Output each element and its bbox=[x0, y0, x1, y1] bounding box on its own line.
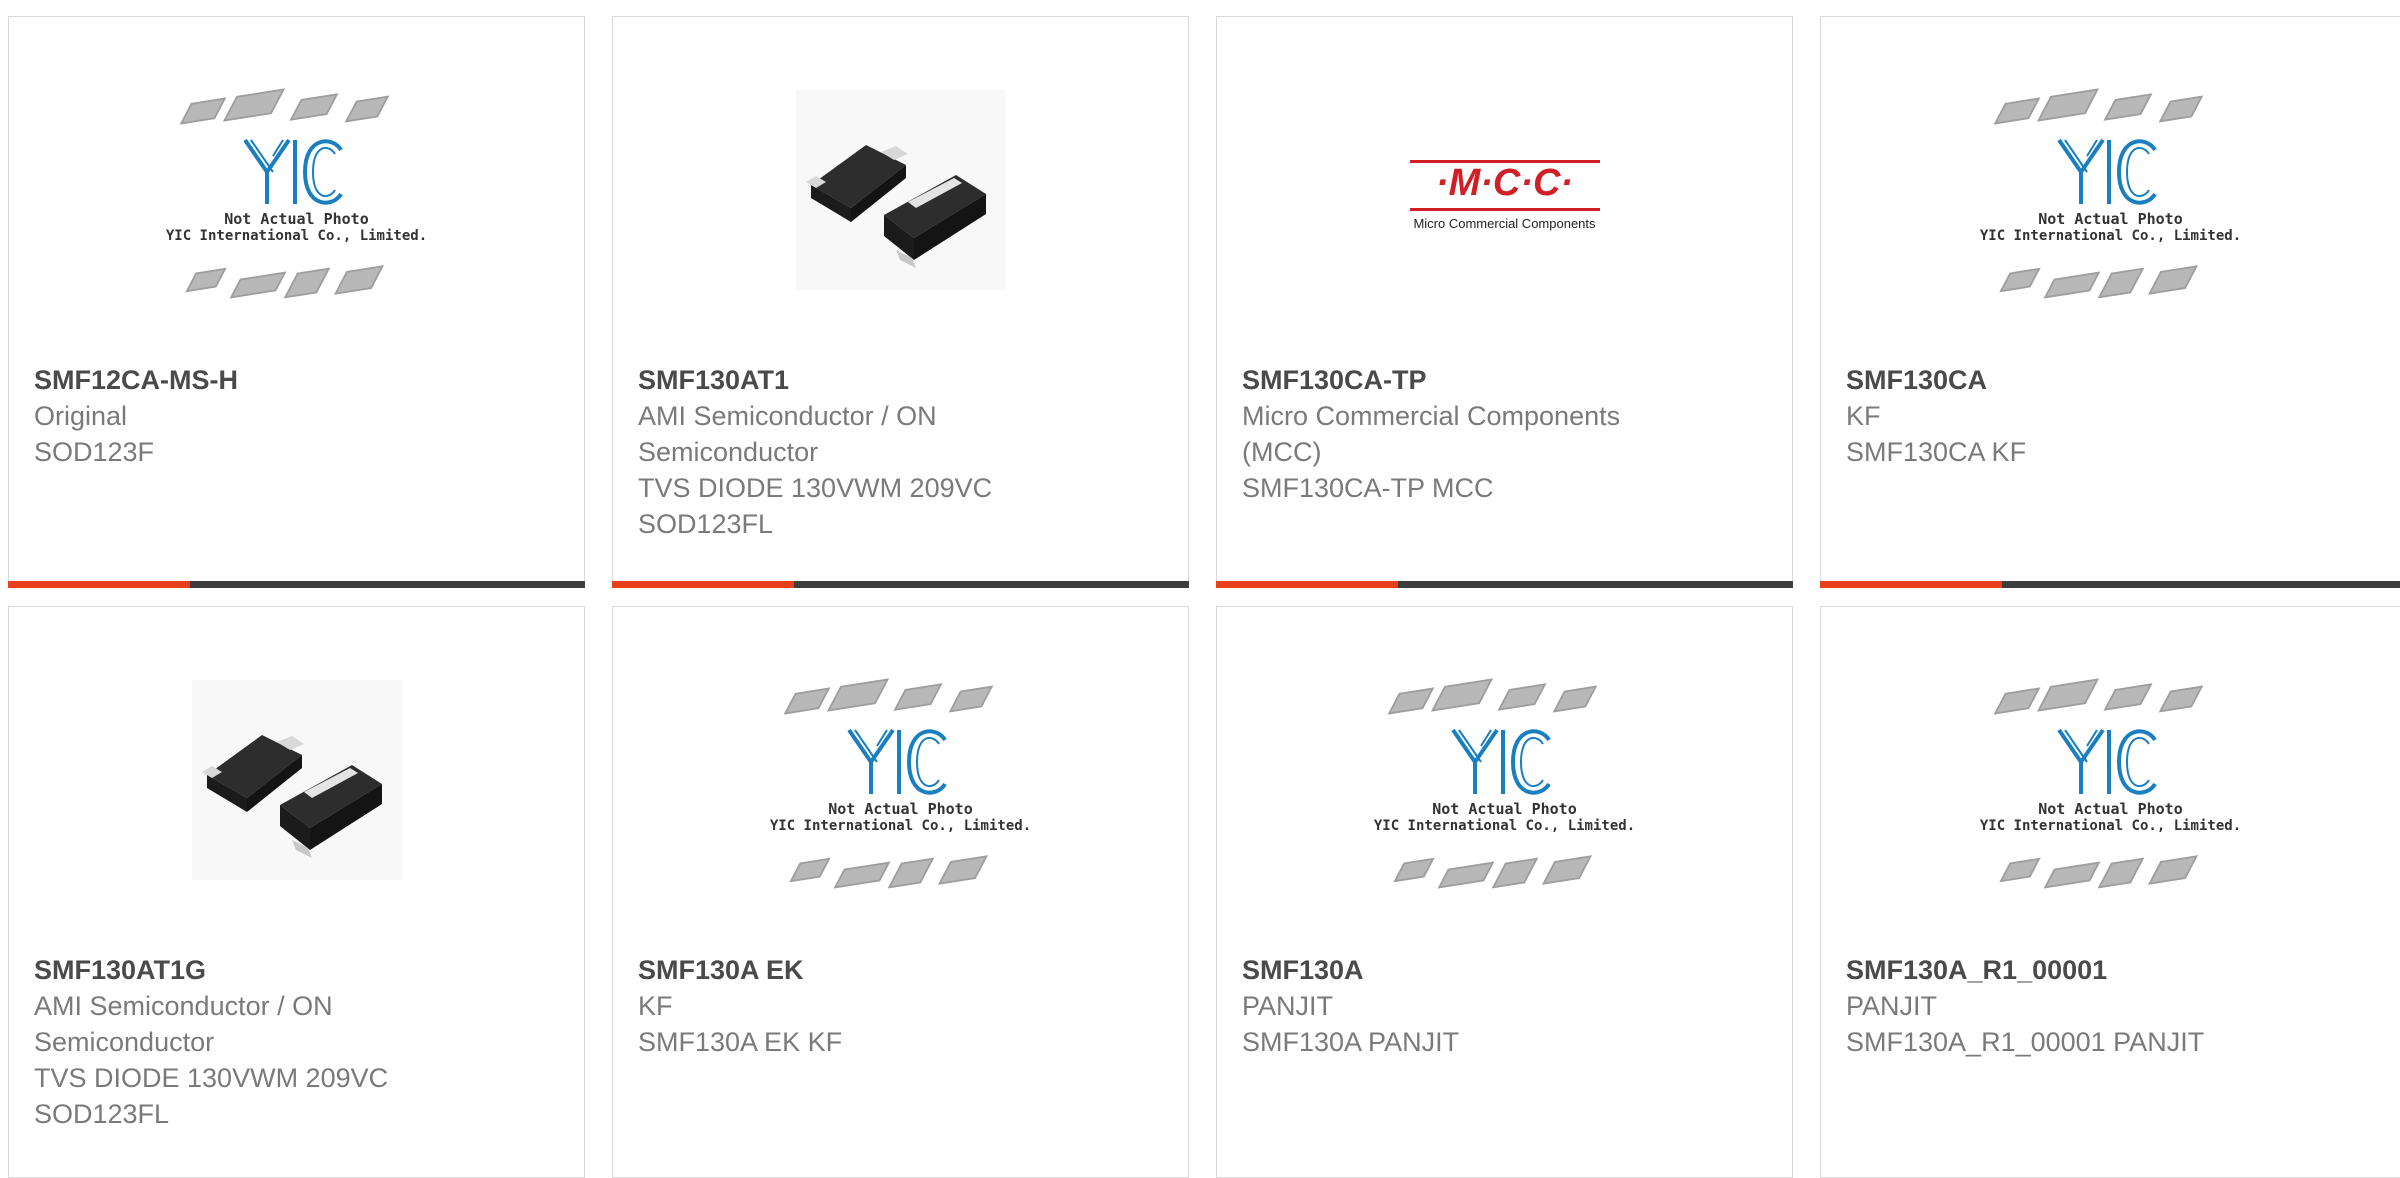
product-brand: AMI Semiconductor / ON Semiconductor bbox=[34, 991, 333, 1057]
product-image[interactable]: Not Actual Photo YIC International Co., … bbox=[1821, 17, 2400, 362]
product-card[interactable]: ·M·C·C· Micro Commercial Components SMF1… bbox=[1216, 16, 1793, 588]
placeholder-caption: Not Actual Photo bbox=[2038, 799, 2183, 818]
placeholder-company: YIC International Co., Limited. bbox=[1979, 817, 2242, 834]
product-card[interactable]: Not Actual Photo YIC International Co., … bbox=[1820, 606, 2400, 1178]
product-image[interactable]: Not Actual Photo YIC International Co., … bbox=[613, 607, 1188, 952]
product-brand: PANJIT bbox=[1846, 991, 1938, 1021]
card-bottom-bar bbox=[1820, 581, 2400, 588]
yic-logo-icon bbox=[1450, 728, 1551, 795]
product-brand: Original bbox=[34, 401, 128, 431]
yic-logo-icon bbox=[242, 138, 343, 205]
product-description: TVS DIODE 130VWM 209VC SOD123FL bbox=[638, 473, 993, 539]
product-brand: PANJIT bbox=[1242, 991, 1334, 1021]
yic-placeholder-image: Not Actual Photo YIC International Co., … bbox=[1971, 70, 2251, 310]
product-part-number[interactable]: SMF130CA-TP bbox=[1242, 362, 1772, 398]
product-image[interactable]: ·M·C·C· Micro Commercial Components bbox=[1217, 17, 1792, 362]
product-description: SMF130CA-TP MCC bbox=[1242, 473, 1494, 503]
placeholder-caption: Not Actual Photo bbox=[828, 799, 973, 818]
product-description: SMF130A PANJIT bbox=[1242, 1027, 1460, 1057]
product-brand: Micro Commercial Components (MCC) bbox=[1242, 401, 1621, 467]
product-part-number[interactable]: SMF130CA bbox=[1846, 362, 2380, 398]
yic-logo-icon bbox=[2056, 138, 2157, 205]
placeholder-caption: Not Actual Photo bbox=[1432, 799, 1577, 818]
product-card[interactable]: Not Actual Photo YIC International Co., … bbox=[8, 16, 585, 588]
yic-placeholder-image: Not Actual Photo YIC International Co., … bbox=[1365, 660, 1645, 900]
product-grid: Not Actual Photo YIC International Co., … bbox=[0, 0, 2400, 1178]
product-part-number[interactable]: SMF130A_R1_00001 bbox=[1846, 952, 2380, 988]
placeholder-company: YIC International Co., Limited. bbox=[165, 227, 428, 244]
product-card[interactable]: Not Actual Photo YIC International Co., … bbox=[1820, 16, 2400, 588]
card-bottom-bar bbox=[612, 581, 1189, 588]
placeholder-company: YIC International Co., Limited. bbox=[769, 817, 1032, 834]
product-image[interactable] bbox=[9, 607, 584, 952]
product-part-number[interactable]: SMF130A bbox=[1242, 952, 1772, 988]
card-bottom-bar bbox=[1216, 581, 1793, 588]
mcc-logo-image: ·M·C·C· Micro Commercial Components bbox=[1405, 140, 1605, 240]
product-card[interactable]: SMF130AT1G AMI Semiconductor / ON Semico… bbox=[8, 606, 585, 1178]
placeholder-company: YIC International Co., Limited. bbox=[1373, 817, 1636, 834]
sod123-package-image bbox=[191, 679, 402, 880]
product-part-number[interactable]: SMF12CA-MS-H bbox=[34, 362, 564, 398]
product-description: SMF130A_R1_00001 PANJIT bbox=[1846, 1027, 2205, 1057]
product-description: SOD123F bbox=[34, 437, 155, 467]
product-card[interactable]: Not Actual Photo YIC International Co., … bbox=[612, 606, 1189, 1178]
card-bottom-bar bbox=[8, 581, 585, 588]
product-description: SMF130A EK KF bbox=[638, 1027, 843, 1057]
placeholder-company: YIC International Co., Limited. bbox=[1979, 227, 2242, 244]
yic-logo-icon bbox=[2056, 728, 2157, 795]
product-image[interactable]: Not Actual Photo YIC International Co., … bbox=[1217, 607, 1792, 952]
placeholder-caption: Not Actual Photo bbox=[224, 209, 369, 228]
product-description: SMF130CA KF bbox=[1846, 437, 2027, 467]
yic-placeholder-image: Not Actual Photo YIC International Co., … bbox=[1971, 660, 2251, 900]
product-card[interactable]: SMF130AT1 AMI Semiconductor / ON Semicon… bbox=[612, 16, 1189, 588]
product-brand: KF bbox=[638, 991, 673, 1021]
placeholder-caption: Not Actual Photo bbox=[2038, 209, 2183, 228]
product-image[interactable] bbox=[613, 17, 1188, 362]
yic-placeholder-image: Not Actual Photo YIC International Co., … bbox=[761, 660, 1041, 900]
sod123-package-image bbox=[795, 89, 1006, 290]
product-image[interactable]: Not Actual Photo YIC International Co., … bbox=[1821, 607, 2400, 952]
product-part-number[interactable]: SMF130A EK bbox=[638, 952, 1168, 988]
mcc-tagline: Micro Commercial Components bbox=[1413, 215, 1596, 231]
product-brand: KF bbox=[1846, 401, 1881, 431]
product-description: TVS DIODE 130VWM 209VC SOD123FL bbox=[34, 1063, 389, 1129]
product-part-number[interactable]: SMF130AT1 bbox=[638, 362, 1168, 398]
product-card[interactable]: Not Actual Photo YIC International Co., … bbox=[1216, 606, 1793, 1178]
product-brand: AMI Semiconductor / ON Semiconductor bbox=[638, 401, 937, 467]
yic-placeholder-image: Not Actual Photo YIC International Co., … bbox=[157, 70, 437, 310]
product-part-number[interactable]: SMF130AT1G bbox=[34, 952, 564, 988]
yic-logo-icon bbox=[846, 728, 947, 795]
product-image[interactable]: Not Actual Photo YIC International Co., … bbox=[9, 17, 584, 362]
mcc-logo-text: ·M·C·C· bbox=[1435, 161, 1574, 204]
